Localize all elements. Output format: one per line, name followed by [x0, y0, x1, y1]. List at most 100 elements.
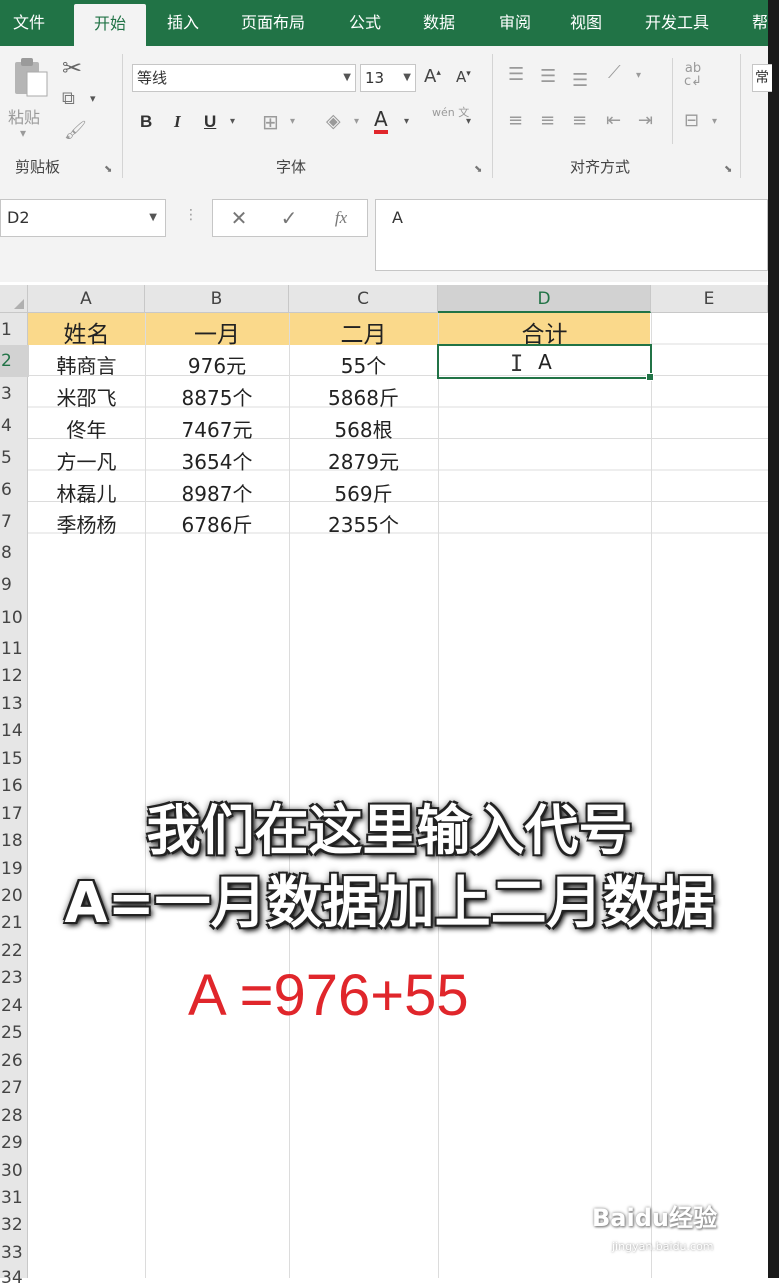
active-cell-d2[interactable] — [437, 344, 654, 381]
cell-c6[interactable]: 569斤 — [289, 478, 438, 507]
phonetic-icon[interactable]: wén 文 — [432, 106, 469, 119]
row-header[interactable]: 34 — [0, 1268, 29, 1288]
tab-help[interactable]: 帮 — [740, 0, 779, 46]
row-header[interactable]: 31 — [0, 1188, 29, 1208]
row-header[interactable]: 1 — [0, 320, 29, 340]
copy-dropdown-icon[interactable]: ▾ — [90, 92, 96, 105]
fill-color-icon[interactable]: ◈ — [326, 110, 341, 132]
row-header[interactable]: 33 — [0, 1243, 29, 1263]
formula-input[interactable]: A — [375, 199, 768, 271]
paste-dropdown-icon[interactable]: ▾ — [20, 126, 26, 140]
row-header[interactable]: 15 — [0, 749, 29, 769]
tab-developer[interactable]: 开发工具 — [630, 0, 724, 46]
row-header[interactable]: 13 — [0, 694, 29, 714]
cell-c5[interactable]: 2879元 — [289, 446, 438, 475]
fill-color-dropdown-icon[interactable]: ▾ — [354, 116, 359, 127]
row-header[interactable]: 28 — [0, 1106, 29, 1126]
clipboard-launcher-icon[interactable]: ⬊ — [104, 164, 112, 175]
increase-font-icon[interactable]: A▴ — [424, 66, 441, 87]
tab-insert[interactable]: 插入 — [150, 0, 216, 46]
row-header[interactable]: 27 — [0, 1078, 29, 1098]
row-header[interactable]: 32 — [0, 1215, 29, 1235]
merge-center-icon[interactable]: ⊟ — [684, 110, 699, 131]
column-header-b[interactable]: B — [145, 285, 289, 313]
cell-c3[interactable]: 5868斤 — [289, 382, 438, 411]
row-header[interactable]: 12 — [0, 666, 29, 686]
column-header-a[interactable]: A — [28, 285, 145, 313]
paste-button[interactable]: 粘贴 — [8, 104, 40, 128]
paste-icon[interactable] — [10, 56, 52, 98]
name-box[interactable]: D2 ▼ — [0, 199, 166, 237]
row-header[interactable]: 24 — [0, 996, 29, 1016]
select-all-button[interactable] — [0, 285, 28, 313]
font-name-select[interactable]: 等线 ▼ — [132, 64, 356, 92]
column-header-d[interactable]: D — [438, 285, 651, 313]
row-header[interactable]: 3 — [0, 384, 29, 404]
row-header[interactable]: 25 — [0, 1023, 29, 1043]
phonetic-dropdown-icon[interactable]: ▾ — [466, 116, 471, 127]
row-header[interactable]: 11 — [0, 639, 29, 659]
cancel-icon[interactable]: ✕ — [219, 200, 259, 236]
row-header[interactable]: 29 — [0, 1133, 29, 1153]
align-right-icon[interactable]: ≡ — [572, 110, 587, 131]
enter-icon[interactable]: ✓ — [269, 200, 309, 236]
number-format-select[interactable]: 常 — [752, 64, 772, 92]
tab-view[interactable]: 视图 — [553, 0, 619, 46]
underline-dropdown-icon[interactable]: ▾ — [230, 116, 235, 127]
row-header[interactable]: 9 — [0, 575, 29, 595]
cell-a3[interactable]: 米邵飞 — [28, 382, 145, 411]
cell-a6[interactable]: 林磊儿 — [28, 478, 145, 507]
row-header[interactable]: 8 — [0, 543, 29, 563]
column-header-c[interactable]: C — [289, 285, 438, 313]
underline-button[interactable]: U — [204, 112, 216, 132]
cell-a1[interactable]: 姓名 — [28, 315, 145, 349]
align-left-icon[interactable]: ≡ — [508, 110, 523, 131]
row-header[interactable]: 4 — [0, 416, 29, 436]
align-center-icon[interactable]: ≡ — [540, 110, 555, 131]
cell-c2[interactable]: 55个 — [289, 350, 438, 379]
cut-icon[interactable]: ✂ — [62, 54, 82, 82]
row-header[interactable]: 30 — [0, 1161, 29, 1181]
font-launcher-icon[interactable]: ⬊ — [474, 164, 482, 175]
decrease-indent-icon[interactable]: ⇤ — [606, 110, 621, 131]
cell-b4[interactable]: 7467元 — [145, 414, 289, 443]
tab-file[interactable]: 文件 — [0, 0, 58, 46]
cell-b2[interactable]: 976元 — [145, 350, 289, 379]
cell-b1[interactable]: 一月 — [145, 315, 289, 349]
row-header[interactable]: 5 — [0, 448, 29, 468]
formula-bar-grip-icon[interactable]: ⋮ — [184, 207, 198, 223]
align-top-icon[interactable]: ☰ — [508, 64, 524, 85]
decrease-font-icon[interactable]: A▾ — [456, 68, 471, 86]
cell-c1[interactable]: 二月 — [289, 315, 438, 349]
font-color-dropdown-icon[interactable]: ▾ — [404, 116, 409, 127]
borders-dropdown-icon[interactable]: ▾ — [290, 116, 295, 127]
borders-icon[interactable]: ⊞ — [262, 110, 279, 134]
cell-b3[interactable]: 8875个 — [145, 382, 289, 411]
cell-b7[interactable]: 6786斤 — [145, 509, 289, 538]
merge-dropdown-icon[interactable]: ▾ — [712, 116, 717, 127]
row-header[interactable]: 22 — [0, 941, 29, 961]
cell-a7[interactable]: 季杨杨 — [28, 509, 145, 538]
row-header[interactable]: 14 — [0, 721, 29, 741]
orientation-dropdown-icon[interactable]: ▾ — [636, 70, 641, 81]
tab-formulas[interactable]: 公式 — [330, 0, 400, 46]
wrap-text-icon[interactable]: ab c↲ — [684, 62, 702, 88]
row-header[interactable]: 26 — [0, 1051, 29, 1071]
cell-b5[interactable]: 3654个 — [145, 446, 289, 475]
tab-home[interactable]: 开始 — [74, 4, 146, 46]
insert-function-button[interactable]: fx — [321, 200, 361, 236]
row-header[interactable]: 2 — [0, 345, 29, 377]
italic-button[interactable]: I — [174, 112, 181, 132]
column-header-e[interactable]: E — [651, 285, 768, 313]
cell-a4[interactable]: 佟年 — [28, 414, 145, 443]
row-header[interactable]: 10 — [0, 608, 29, 628]
cell-c4[interactable]: 568根 — [289, 414, 438, 443]
alignment-launcher-icon[interactable]: ⬊ — [724, 164, 732, 175]
tab-page-layout[interactable]: 页面布局 — [226, 0, 320, 46]
copy-icon[interactable]: ⧉ — [62, 88, 75, 109]
tab-data[interactable]: 数据 — [406, 0, 472, 46]
align-bottom-icon[interactable]: ☰ — [572, 70, 588, 91]
row-header[interactable]: 23 — [0, 968, 29, 988]
font-color-icon[interactable]: A — [374, 108, 388, 134]
font-size-select[interactable]: 13 ▼ — [360, 64, 416, 92]
